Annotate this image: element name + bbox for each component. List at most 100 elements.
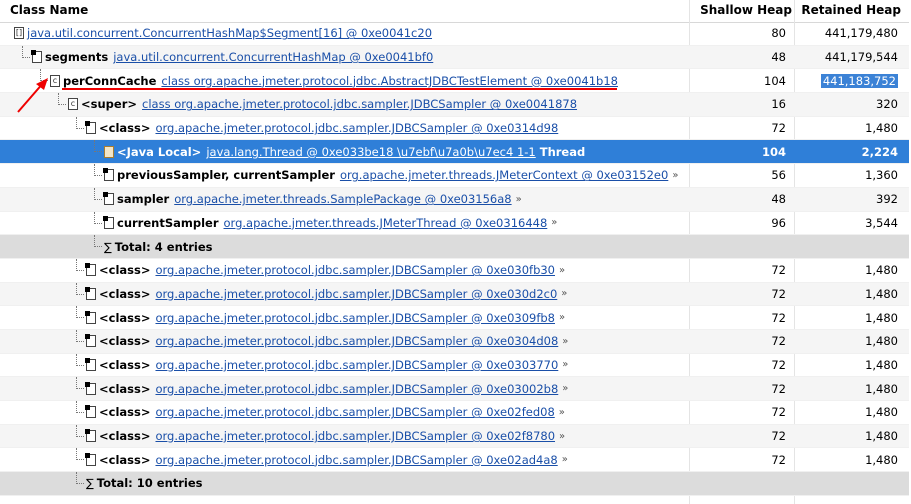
object-link[interactable]: org.apache.jmeter.protocol.jdbc.sampler.… — [155, 311, 555, 325]
object-link[interactable]: java.util.concurrent.ConcurrentHashMap @… — [113, 50, 433, 64]
class-name-cell: currentSampler org.apache.jmeter.threads.… — [103, 212, 557, 235]
tree-connector — [76, 483, 84, 485]
table-row[interactable]: <class> org.apache.jmeter.protocol.jdbc.s… — [0, 116, 909, 141]
table-row[interactable]: previousSampler, currentSampler org.apach… — [0, 164, 909, 188]
row-suffix: Thread — [539, 144, 586, 159]
table-row[interactable]: sampler org.apache.jmeter.threads.SampleP… — [0, 187, 909, 212]
object-link[interactable]: org.apache.jmeter.protocol.jdbc.sampler.… — [155, 453, 557, 467]
object-link[interactable]: org.apache.jmeter.protocol.jdbc.sampler.… — [155, 405, 554, 419]
table-row[interactable]: [] java.util.concurrent.ConcurrentHashMap… — [0, 22, 909, 46]
more-chevron-icon[interactable]: » — [561, 288, 567, 299]
tree-connector — [76, 282, 77, 295]
tree-connector — [94, 140, 95, 153]
tree-connector — [76, 401, 77, 413]
object-link[interactable]: org.apache.jmeter.protocol.jdbc.sampler.… — [155, 263, 555, 277]
table-row[interactable]: <Java Local> java.lang.Thread @ 0xe033be1… — [0, 140, 909, 165]
table-row[interactable]: <class> org.apache.jmeter.protocol.jdbc.s… — [0, 282, 909, 307]
field-name: <class> — [99, 121, 151, 136]
object-link[interactable]: org.apache.jmeter.protocol.jdbc.sampler.… — [155, 334, 558, 348]
more-chevron-icon[interactable]: » — [562, 359, 568, 370]
object-icon — [103, 215, 114, 229]
more-chevron-icon[interactable]: » — [559, 407, 565, 418]
retained-heap-cell: 441,183,752 — [795, 69, 898, 92]
tree-table-body: [] java.util.concurrent.ConcurrentHashMap… — [0, 22, 909, 496]
retained-heap-cell: 1,480 — [865, 357, 898, 372]
field-name: <class> — [99, 357, 151, 372]
object-icon — [85, 310, 96, 324]
more-chevron-icon[interactable]: » — [562, 336, 568, 347]
object-link[interactable]: org.apache.jmeter.protocol.jdbc.sampler.… — [155, 358, 558, 372]
object-link[interactable]: java.util.concurrent.ConcurrentHashMap$S… — [27, 26, 432, 40]
class-icon: c — [68, 98, 78, 111]
tree-connector — [94, 222, 102, 224]
object-link[interactable]: class org.apache.jmeter.protocol.jdbc.Ab… — [161, 74, 618, 88]
more-chevron-icon[interactable]: » — [516, 194, 522, 205]
table-row[interactable]: <class> org.apache.jmeter.protocol.jdbc.s… — [0, 424, 909, 449]
field-name: segments — [45, 50, 109, 65]
tree-connector — [94, 164, 95, 177]
tree-connector — [58, 104, 66, 106]
class-name-cell: <class> org.apache.jmeter.protocol.jdbc.s… — [85, 117, 558, 140]
table-row[interactable]: c <super> class org.apache.jmeter.protocol… — [0, 93, 909, 117]
object-icon — [85, 334, 96, 348]
object-link[interactable]: org.apache.jmeter.protocol.jdbc.sampler.… — [155, 382, 558, 396]
total-row[interactable]: ∑ Total: 10 entries — [0, 472, 909, 496]
tree-connector — [94, 151, 102, 153]
shallow-heap-cell: 72 — [771, 405, 786, 420]
object-link[interactable]: org.apache.jmeter.protocol.jdbc.sampler.… — [155, 429, 555, 443]
table-row[interactable]: <class> org.apache.jmeter.protocol.jdbc.s… — [0, 258, 909, 283]
shallow-heap-cell: 104 — [764, 73, 786, 88]
class-name-cell: <class> org.apache.jmeter.protocol.jdbc.s… — [85, 354, 568, 377]
object-link[interactable]: org.apache.jmeter.threads.JMeterContext … — [340, 168, 668, 182]
table-row[interactable]: <class> org.apache.jmeter.protocol.jdbc.s… — [0, 329, 909, 354]
more-chevron-icon[interactable]: » — [672, 170, 678, 181]
tree-connector — [76, 127, 84, 129]
table-row[interactable]: <class> org.apache.jmeter.protocol.jdbc.s… — [0, 353, 909, 378]
shallow-heap-cell: 72 — [771, 310, 786, 325]
tree-connector — [22, 56, 30, 58]
field-name: <class> — [99, 263, 151, 278]
object-link[interactable]: org.apache.jmeter.threads.SamplePackage … — [174, 192, 511, 206]
object-link[interactable]: org.apache.jmeter.protocol.jdbc.sampler.… — [155, 121, 558, 135]
tree-connector — [94, 175, 102, 177]
column-header-retained-heap[interactable]: Retained Heap — [795, 0, 901, 22]
class-name-cell: ∑ Total: 10 entries — [86, 472, 208, 495]
tree-connector — [58, 93, 59, 106]
more-chevron-icon[interactable]: » — [559, 312, 565, 323]
class-name-cell: <class> org.apache.jmeter.protocol.jdbc.s… — [85, 306, 565, 329]
retained-heap-cell: 1,480 — [865, 121, 898, 136]
more-chevron-icon[interactable]: » — [562, 383, 568, 394]
more-chevron-icon[interactable]: » — [559, 431, 565, 442]
tree-connector — [94, 246, 102, 248]
field-name: <class> — [99, 429, 151, 444]
total-row[interactable]: ∑ Total: 4 entries — [0, 235, 909, 259]
table-row[interactable]: currentSampler org.apache.jmeter.threads.… — [0, 211, 909, 236]
field-name: <class> — [99, 381, 151, 396]
retained-heap-cell: 1,360 — [865, 168, 898, 183]
field-name: currentSampler — [117, 215, 219, 230]
table-row[interactable]: <class> org.apache.jmeter.protocol.jdbc.s… — [0, 448, 909, 473]
object-link[interactable]: java.lang.Thread @ 0xe033be18 \u7ebf\u7a… — [206, 145, 535, 159]
object-link[interactable]: class org.apache.jmeter.protocol.jdbc.sa… — [142, 97, 577, 111]
more-chevron-icon[interactable]: » — [559, 265, 565, 276]
class-name-cell: <class> org.apache.jmeter.protocol.jdbc.s… — [85, 448, 568, 471]
class-name-cell: <class> org.apache.jmeter.protocol.jdbc.s… — [85, 283, 567, 306]
total-label: Total: 4 entries — [114, 239, 213, 254]
field-name: sampler — [117, 192, 170, 207]
retained-heap-cell: 1,480 — [865, 381, 898, 396]
shallow-heap-cell: 80 — [771, 26, 786, 41]
retained-heap-cell: 1,480 — [865, 334, 898, 349]
object-link[interactable]: org.apache.jmeter.threads.JMeterThread @… — [224, 216, 548, 230]
class-name-cell: <class> org.apache.jmeter.protocol.jdbc.s… — [85, 425, 565, 448]
object-link[interactable]: org.apache.jmeter.protocol.jdbc.sampler.… — [155, 287, 557, 301]
more-chevron-icon[interactable]: » — [562, 454, 568, 465]
table-row[interactable]: <class> org.apache.jmeter.protocol.jdbc.s… — [0, 401, 909, 425]
object-icon — [85, 263, 96, 277]
column-header-class-name[interactable]: Class Name — [10, 0, 88, 22]
more-chevron-icon[interactable]: » — [551, 217, 557, 228]
column-header-shallow-heap[interactable]: Shallow Heap — [690, 0, 792, 22]
table-row[interactable]: <class> org.apache.jmeter.protocol.jdbc.s… — [0, 306, 909, 330]
table-row[interactable]: segments java.util.concurrent.ConcurrentH… — [0, 45, 909, 70]
table-row[interactable]: <class> org.apache.jmeter.protocol.jdbc.s… — [0, 377, 909, 401]
field-name: <class> — [99, 405, 151, 420]
